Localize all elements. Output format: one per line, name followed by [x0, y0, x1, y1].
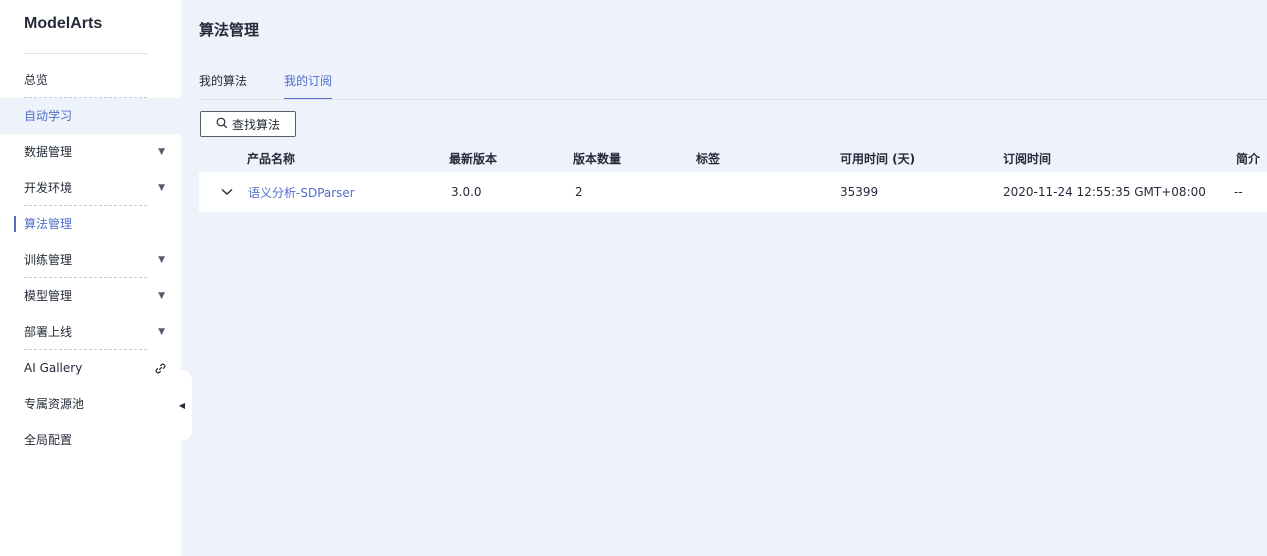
sidebar-item-label: 专属资源池: [24, 397, 85, 411]
sidebar-item-label: 总览: [24, 73, 49, 87]
tab-my-algorithms[interactable]: 我的算法: [199, 73, 247, 100]
find-algorithm-button[interactable]: 查找算法: [200, 111, 296, 137]
sidebar-item-overview[interactable]: 总览: [0, 62, 181, 98]
version-count-cell: 2: [575, 185, 583, 199]
search-icon: [216, 117, 228, 132]
table-row[interactable]: 语义分析-SDParser 3.0.0 2 35399 2020-11-24 1…: [199, 172, 1267, 212]
sidebar-item-label: 训练管理: [24, 253, 73, 267]
sidebar-item-data-management[interactable]: 数据管理 ▼: [0, 134, 181, 170]
available-days-cell: 35399: [840, 185, 879, 199]
tab-bar: 我的算法 我的订阅: [199, 73, 333, 101]
table-header: 产品名称 最新版本 版本数量 标签 可用时间 (天) 订阅时间 简介: [199, 145, 1267, 171]
chevron-down-icon: ▼: [158, 183, 165, 193]
product-name-link[interactable]: 语义分析-SDParser: [248, 172, 355, 212]
chevron-down-icon: ▼: [158, 147, 165, 157]
sidebar-item-label: 部署上线: [24, 325, 73, 339]
sidebar-item-global-config[interactable]: 全局配置: [0, 422, 181, 458]
sidebar-item-dedicated-resource-pool[interactable]: 专属资源池: [0, 386, 181, 422]
sidebar-item-label: 数据管理: [24, 145, 73, 159]
latest-version-cell: 3.0.0: [451, 185, 482, 199]
chevron-down-icon: ▼: [158, 255, 165, 265]
column-header-description[interactable]: 简介: [1236, 145, 1260, 171]
tabs-divider: [199, 99, 1267, 100]
chevron-down-icon: ▼: [158, 327, 165, 337]
sidebar-item-dev-environment[interactable]: 开发环境 ▼: [0, 170, 181, 206]
brand-divider: [24, 53, 148, 54]
sidebar-item-label: 开发环境: [24, 181, 73, 195]
sidebar-item-label: 全局配置: [24, 433, 73, 447]
sidebar-item-algorithm-management[interactable]: 算法管理: [0, 206, 181, 242]
column-header-available-days[interactable]: 可用时间 (天): [840, 145, 915, 171]
description-cell: --: [1234, 185, 1243, 199]
find-algorithm-label: 查找算法: [231, 117, 280, 132]
sidebar: ModelArts 总览 自动学习 数据管理 ▼ 开发环境 ▼ 算法管理 训练管…: [0, 0, 181, 556]
sidebar-item-training-management[interactable]: 训练管理 ▼: [0, 242, 181, 278]
sidebar-item-deployment[interactable]: 部署上线 ▼: [0, 314, 181, 350]
sidebar-item-label: AI Gallery: [24, 361, 83, 375]
sidebar-item-label: 算法管理: [24, 217, 73, 231]
chevron-down-icon: ▼: [158, 291, 165, 301]
column-header-version-count[interactable]: 版本数量: [573, 145, 621, 171]
sidebar-item-label: 自动学习: [24, 109, 73, 123]
app-logo[interactable]: ModelArts: [24, 15, 102, 33]
column-header-tags[interactable]: 标签: [696, 145, 720, 171]
main-content: 算法管理 我的算法 我的订阅 查找算法 产品名称 最新版本 版本数量 标签 可用…: [181, 0, 1267, 556]
expand-row-button[interactable]: [219, 172, 235, 212]
sidebar-item-ai-gallery[interactable]: AI Gallery: [0, 350, 181, 386]
chevron-down-icon: [219, 184, 235, 200]
subscribed-at-cell: 2020-11-24 12:55:35 GMT+08:00: [1003, 185, 1206, 199]
sidebar-item-model-management[interactable]: 模型管理 ▼: [0, 278, 181, 314]
page-title: 算法管理: [199, 21, 260, 39]
sidebar-item-label: 模型管理: [24, 289, 73, 303]
sidebar-item-auto-learning[interactable]: 自动学习: [0, 98, 181, 134]
external-link-icon: [153, 350, 167, 386]
sidebar-nav: 总览 自动学习 数据管理 ▼ 开发环境 ▼ 算法管理 训练管理 ▼ 模型管理 ▼…: [0, 62, 181, 458]
column-header-product-name[interactable]: 产品名称: [247, 145, 295, 171]
column-header-subscribed-at[interactable]: 订阅时间: [1003, 145, 1051, 171]
tab-my-subscriptions[interactable]: 我的订阅: [284, 73, 333, 100]
column-header-latest-version[interactable]: 最新版本: [449, 145, 497, 171]
